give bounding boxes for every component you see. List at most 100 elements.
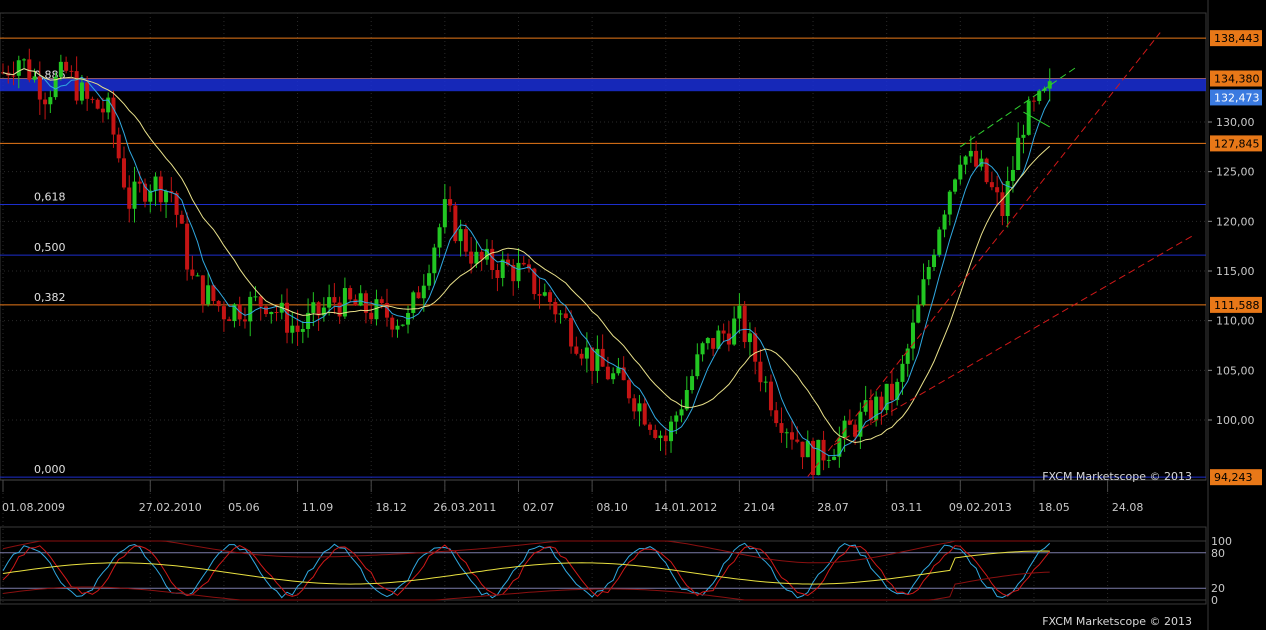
candle-body [800,441,805,458]
candle-body [958,164,963,180]
candle-body [784,432,789,434]
candle-body [469,251,474,264]
candle-body [832,456,837,460]
candle-body [132,181,137,209]
price-tick-label: 125,00 [1216,166,1255,179]
candle-body [737,305,742,319]
candle-body [490,248,495,271]
candle-body [700,343,705,355]
watermark-main: FXCM Marketscope © 2013 [1042,470,1192,483]
candle-body [85,82,90,99]
candle-body [711,338,716,349]
background [0,0,1266,630]
price-tag-label: 111,588 [1214,299,1260,312]
fib-label: 0,000 [34,463,66,476]
candle-body [221,306,226,320]
candle-body [795,439,800,442]
candle-body [137,181,142,184]
candle-body [227,319,232,322]
time-tick-label: 01.08.2009 [2,501,65,514]
candle-body [90,98,95,100]
candle-body [448,199,453,206]
candle-body [348,288,353,300]
candle-body [932,254,937,268]
candle-body [211,285,216,301]
price-tag-label: 134,380 [1214,72,1260,85]
candle-body [411,292,416,313]
price-tick-label: 105,00 [1216,364,1255,377]
candle-body [495,270,500,278]
candle-body [695,354,700,377]
candle-body [574,346,579,354]
resistance-band [0,78,1206,92]
candle-body [879,396,884,411]
candle-body [316,302,321,316]
time-tick-label: 27.02.2010 [139,501,202,514]
candle-body [984,158,989,183]
candle-body [379,299,384,304]
candle-body [874,396,879,421]
candle-body [190,269,195,276]
time-tick-label: 08.10 [596,501,628,514]
candle-body [64,61,69,71]
candle-body [774,410,779,424]
candle-body [390,317,395,330]
candle-body [116,134,121,159]
candle-body [185,223,190,270]
price-tag-label: 94,243 [1214,471,1253,484]
candle-body [779,423,784,433]
candle-body [658,435,663,438]
candle-body [1037,90,1042,101]
candle-body [742,305,747,343]
candle-body [264,306,268,315]
candle-body [642,403,647,425]
candle-body [43,99,48,105]
candle-body [916,304,921,323]
time-tick-label: 09.02.2013 [949,501,1012,514]
candle-body [127,187,132,209]
candle-body [926,267,931,280]
candle-body [516,262,521,282]
candle-body [427,273,432,286]
candle-body [22,59,27,61]
candle-body [32,76,37,80]
candle-body [947,191,952,215]
candle-body [416,292,421,299]
candle-body [753,333,758,362]
candle-body [269,311,274,315]
candle-body [816,439,821,476]
candle-body [1021,134,1026,138]
candle-body [295,325,300,332]
candle-body [763,381,768,383]
price-tag-label: 138,443 [1214,32,1260,45]
price-tick-label: 120,00 [1216,215,1255,228]
candle-body [758,361,763,383]
candle-body [79,82,84,101]
candle-body [153,176,158,191]
candle-body [647,424,652,430]
candle-body [632,398,637,412]
candle-body [605,366,610,380]
time-tick-label: 18.12 [375,501,407,514]
candle-body [274,311,279,313]
candle-body [790,432,794,440]
candle-body [626,380,631,399]
time-tick-label: 14.01.2012 [654,501,717,514]
candle-body [968,150,973,157]
candle-body [853,424,858,437]
time-tick-label: 02.07 [523,501,555,514]
candle-body [690,376,695,391]
candle-body [1000,192,1005,217]
candle-body [242,319,247,322]
candle-body [584,347,589,359]
fib-label: 0,618 [34,190,66,203]
candle-body [248,296,253,322]
watermark-oscillator: FXCM Marketscope © 2013 [1042,615,1192,628]
candle-body [179,214,184,224]
candle-body [285,302,290,333]
time-tick-label: 18.05 [1038,501,1070,514]
candle-body [989,182,994,188]
time-tick-label: 11.09 [302,501,334,514]
candle-body [963,156,968,165]
candle-body [1010,169,1015,182]
